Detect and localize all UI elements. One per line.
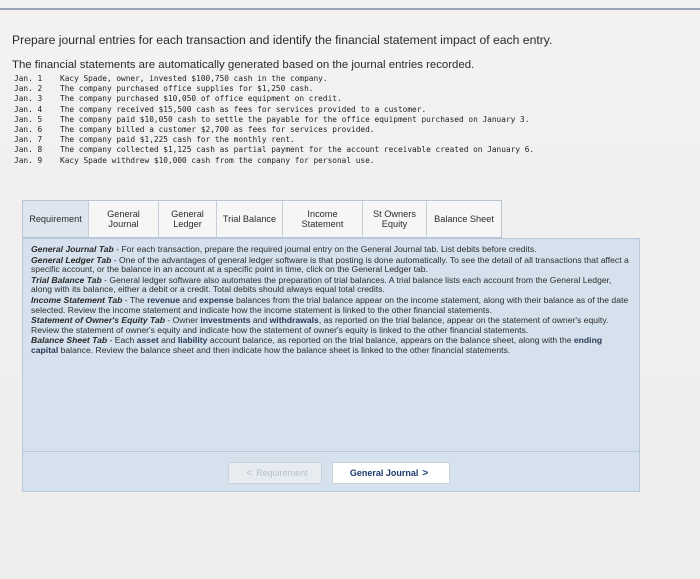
- transaction-text: The company paid $10,050 cash to settle …: [60, 114, 530, 124]
- transaction-date: Jan. 7: [14, 135, 43, 145]
- transaction-date: Jan. 1: [14, 74, 43, 83]
- transaction-row: Jan. 3 The company purchased $10,050 of o…: [14, 94, 534, 104]
- tab-owners-equity[interactable]: St Owners Equity: [363, 201, 427, 237]
- chevron-right-icon: >: [422, 467, 429, 479]
- transaction-text: The company paid $1,225 cash for the mon…: [60, 135, 295, 145]
- info-trial-balance: Trial Balance Tab - General ledger softw…: [31, 274, 612, 295]
- page: Prepare journal entries for each transac…: [0, 0, 700, 579]
- transaction-row: Jan. 6 The company billed a customer $2,7…: [14, 125, 534, 135]
- next-general-journal-button[interactable]: General Journal >: [332, 462, 450, 484]
- transaction-text: The company purchased office supplies fo…: [60, 84, 314, 94]
- transaction-row: Jan. 9 Kacy Spade withdrew $10,000 cash f…: [14, 156, 534, 166]
- tab-label: Income Statement: [301, 208, 344, 230]
- tab-general-ledger[interactable]: General Ledger: [159, 201, 217, 237]
- info-balance-sheet: Balance Sheet Tab - Each asset and liabi…: [31, 335, 603, 355]
- transaction-text: The company billed a customer $2,700 as …: [60, 124, 375, 134]
- info-owners-equity: Statement of Owner's Equity Tab - Owner …: [31, 315, 609, 335]
- transaction-text: The company collected $1,125 cash as par…: [60, 145, 535, 155]
- requirement-info-panel: General Journal Tab - For each transacti…: [22, 238, 640, 452]
- transaction-text: Kacy Spade withdrew $10,000 cash from th…: [60, 155, 375, 165]
- tab-requirement[interactable]: Requirement: [23, 201, 89, 237]
- tab-label: Requirement: [29, 213, 82, 224]
- transaction-row: Jan. 2 The company purchased office suppl…: [14, 84, 534, 94]
- transaction-row: Jan. 8 The company collected $1,125 cash …: [14, 145, 534, 155]
- question-subheading: The financial statements are automatical…: [12, 59, 475, 71]
- transaction-text: The company purchased $10,050 of office …: [60, 94, 342, 104]
- transaction-text: The company received $15,500 cash as fee…: [60, 104, 427, 114]
- transaction-list: Jan. 1 Kacy Spade, owner, invested $100,7…: [14, 74, 534, 166]
- tab-trial-balance[interactable]: Trial Balance: [217, 201, 283, 237]
- tab-label: General Ledger: [171, 208, 204, 230]
- tab-label: St Owners Equity: [373, 208, 416, 230]
- tab-label: Trial Balance: [222, 213, 277, 224]
- tab-label: Balance Sheet: [434, 213, 494, 224]
- tab-income-statement[interactable]: Income Statement: [283, 201, 363, 237]
- question-heading: Prepare journal entries for each transac…: [12, 33, 553, 47]
- transaction-date: Jan. 8: [14, 145, 43, 155]
- transaction-row: Jan. 5 The company paid $10,050 cash to s…: [14, 115, 534, 125]
- tab-general-journal[interactable]: General Journal: [89, 201, 159, 237]
- tab-balance-sheet[interactable]: Balance Sheet: [427, 201, 501, 237]
- prev-button-label: Requirement: [256, 468, 308, 478]
- info-general-ledger: General Ledger Tab - One of the advantag…: [31, 254, 629, 275]
- info-income-statement: Income Statement Tab - The revenue and e…: [31, 294, 629, 315]
- transaction-date: Jan. 9: [14, 155, 43, 165]
- navigation-area: [22, 452, 640, 492]
- tab-label: General Journal: [107, 208, 140, 230]
- prev-requirement-button[interactable]: < Requirement: [228, 462, 322, 484]
- top-divider: [0, 8, 700, 10]
- transaction-text: Kacy Spade, owner, invested $100,750 cas…: [60, 74, 328, 83]
- next-button-label: General Journal: [349, 468, 419, 478]
- chevron-left-icon: <: [246, 467, 253, 479]
- transaction-date: Jan. 4: [14, 104, 43, 114]
- transaction-date: Jan. 2: [14, 84, 43, 94]
- tab-bar: Requirement General Journal General Ledger…: [22, 200, 502, 238]
- transaction-row: Jan. 1 Kacy Spade, owner, invested $100,7…: [14, 74, 534, 84]
- transaction-date: Jan. 3: [14, 94, 43, 104]
- transaction-date: Jan. 5: [14, 114, 43, 124]
- transaction-row: Jan. 4 The company received $15,500 cash …: [14, 105, 534, 115]
- transaction-date: Jan. 6: [14, 124, 43, 134]
- transaction-row: Jan. 7 The company paid $1,225 cash for t…: [14, 135, 534, 145]
- info-general-journal: General Journal Tab - For each transacti…: [31, 244, 537, 254]
